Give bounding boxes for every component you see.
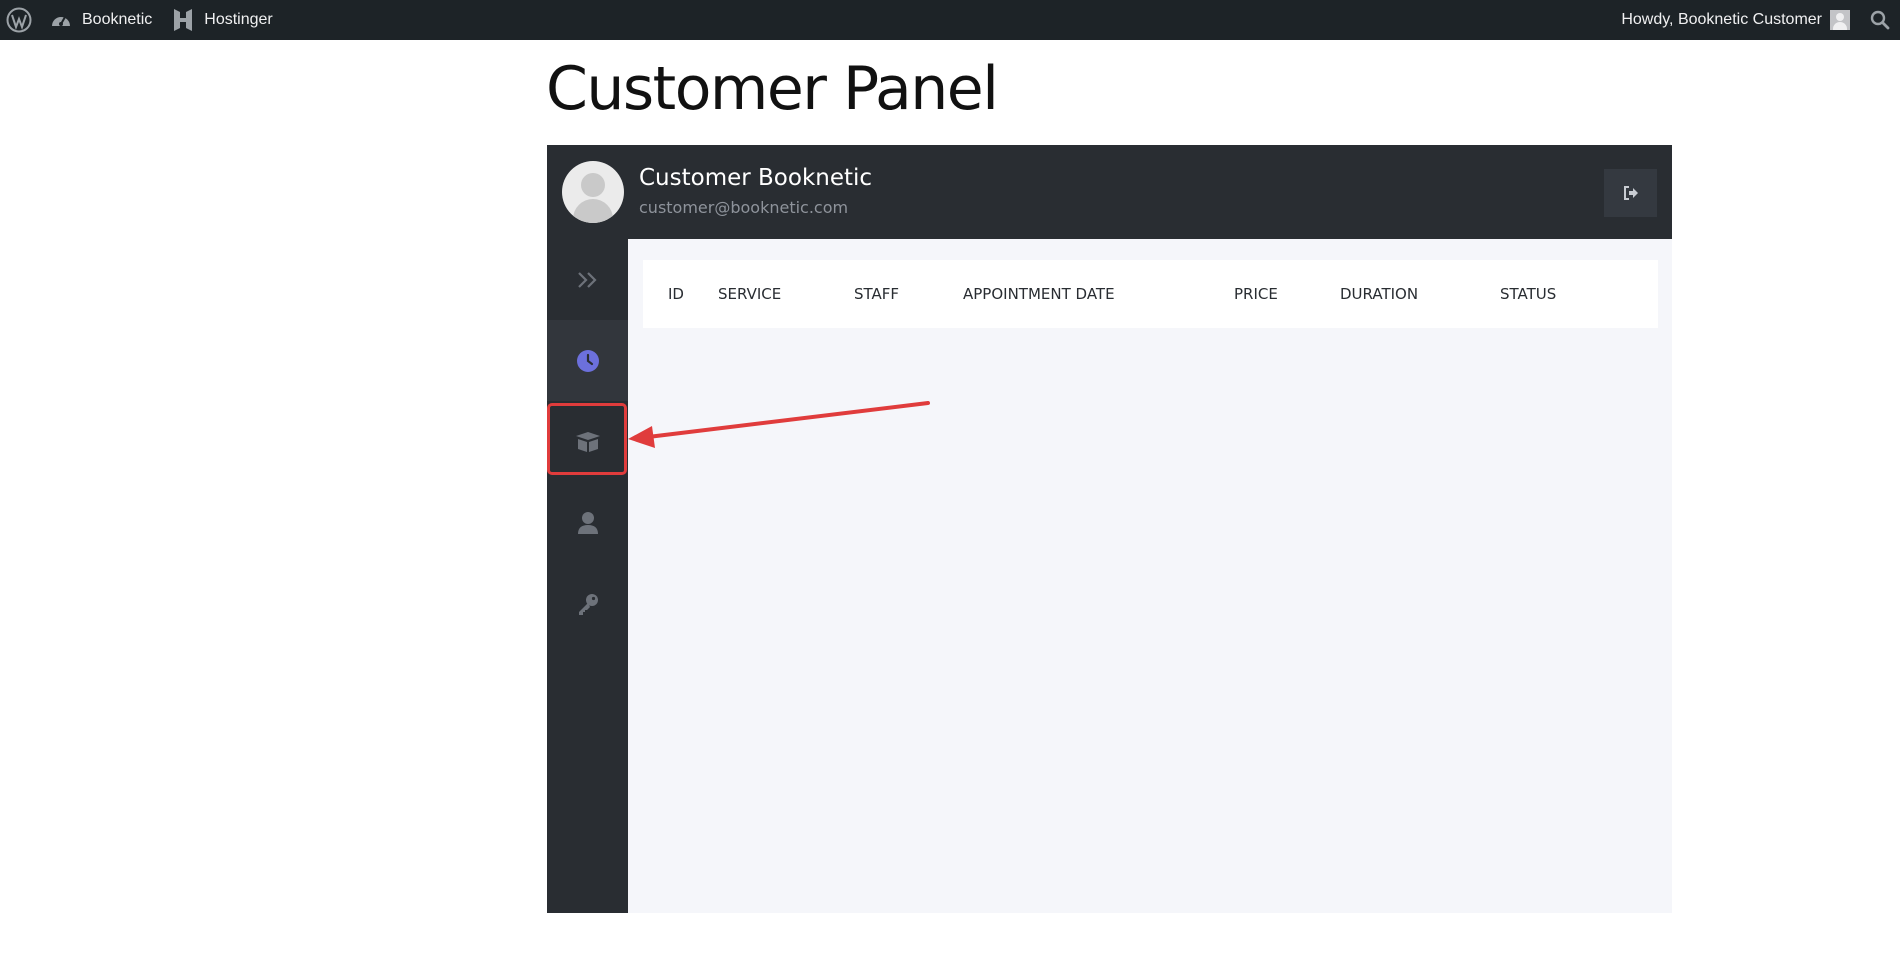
clock-icon: [576, 349, 599, 372]
customer-panel: Customer Booknetic customer@booknetic.co…: [547, 145, 1672, 913]
column-header-status: STATUS: [1500, 285, 1557, 303]
greeting-text: Howdy, Booknetic Customer: [1621, 11, 1822, 28]
customer-avatar: [562, 161, 624, 223]
dashboard-icon: [52, 16, 70, 26]
avatar: [1830, 10, 1850, 30]
page-title: Customer Panel: [546, 54, 999, 124]
column-header-appointment-date: APPOINTMENT DATE: [963, 285, 1115, 303]
column-header-price: PRICE: [1234, 285, 1278, 303]
panel-header: Customer Booknetic customer@booknetic.co…: [547, 145, 1672, 239]
customer-name: Customer Booknetic: [639, 165, 873, 191]
wordpress-icon: [6, 7, 32, 33]
sidebar-item-profile[interactable]: [547, 482, 628, 563]
sidebar-expand-button[interactable]: [547, 239, 628, 320]
search-button[interactable]: [1860, 0, 1900, 40]
sidebar-item-password[interactable]: [547, 563, 628, 644]
annotation-highlight-box: [547, 403, 627, 475]
expand-icon: [577, 271, 597, 288]
hostinger-icon: [174, 9, 193, 31]
key-icon: [578, 593, 598, 615]
customer-email: customer@booknetic.com: [639, 198, 849, 217]
sidebar-item-appointments[interactable]: [547, 320, 628, 401]
appointments-table-header: ID SERVICE STAFF APPOINTMENT DATE PRICE …: [643, 260, 1658, 328]
column-header-duration: DURATION: [1340, 285, 1419, 303]
hostinger-label: Hostinger: [204, 11, 273, 28]
logout-icon: [1623, 186, 1638, 200]
admin-bar: Booknetic Hostinger Howdy, Booknetic Cus…: [0, 0, 1900, 40]
column-header-service: SERVICE: [718, 285, 782, 303]
site-name-label: Booknetic: [82, 11, 153, 28]
my-account-menu[interactable]: Howdy, Booknetic Customer: [1611, 0, 1860, 40]
user-icon: [577, 511, 598, 534]
wordpress-logo-button[interactable]: [0, 0, 40, 40]
hostinger-link[interactable]: Hostinger: [162, 0, 282, 40]
column-header-id: ID: [668, 285, 684, 303]
panel-sidebar: [547, 239, 628, 913]
site-name-link[interactable]: Booknetic: [40, 0, 162, 40]
logout-button[interactable]: [1604, 169, 1657, 217]
search-icon: [1870, 10, 1890, 30]
column-header-staff: STAFF: [854, 285, 900, 303]
